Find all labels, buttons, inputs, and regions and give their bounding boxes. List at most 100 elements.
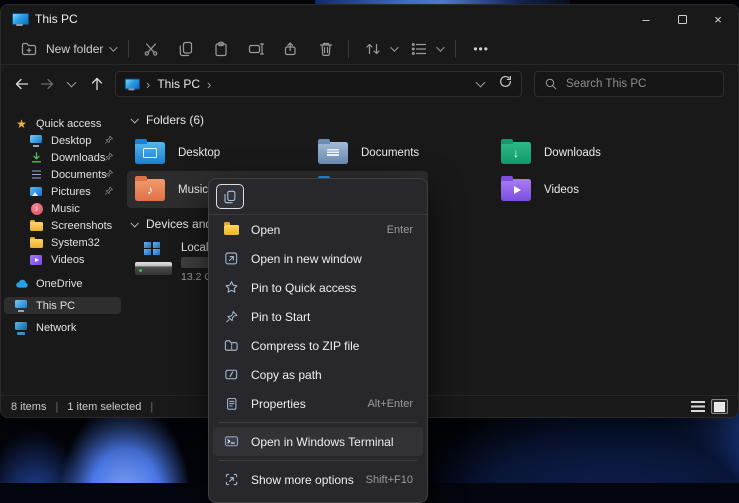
pictures-icon: [29, 185, 44, 199]
this-pc-icon: [14, 299, 29, 313]
folders-section-header[interactable]: Folders (6): [127, 111, 738, 129]
sidebar-item-system32[interactable]: System32: [4, 234, 121, 251]
menu-item-pin-to-start[interactable]: Pin to Start: [213, 302, 423, 331]
share-button[interactable]: [280, 38, 302, 60]
toolbar-divider: [455, 40, 456, 58]
sort-button[interactable]: [360, 34, 398, 64]
documents-folder-icon: [318, 142, 348, 164]
address-dropdown-chevron[interactable]: [476, 78, 486, 88]
navigation-bar: › This PC ›: [1, 65, 738, 103]
sidebar-item-label: Documents: [51, 169, 107, 181]
delete-button[interactable]: [315, 38, 337, 60]
sidebar-item-music[interactable]: Music: [4, 200, 121, 217]
menu-item-label: Copy as path: [251, 368, 322, 382]
copy-quick-action-button[interactable]: [216, 184, 244, 209]
sidebar-item-desktop[interactable]: Desktop: [4, 132, 121, 149]
menu-item-label: Open in Windows Terminal: [251, 435, 394, 449]
folder-label: Desktop: [178, 147, 220, 159]
toolbar-divider: [128, 40, 129, 58]
sidebar-item-onedrive[interactable]: OneDrive: [4, 275, 121, 292]
downloads-icon: [29, 151, 44, 165]
breadcrumb[interactable]: This PC: [157, 77, 200, 91]
sidebar-item-label: Screenshots: [51, 220, 112, 232]
address-bar[interactable]: › This PC ›: [115, 71, 522, 97]
search-input[interactable]: [566, 78, 714, 90]
sidebar-item-network[interactable]: Network: [4, 319, 121, 336]
menu-item-show-more-options[interactable]: Show more options Shift+F10: [213, 465, 423, 494]
command-toolbar: New folder: [1, 33, 738, 65]
sidebar-item-screenshots[interactable]: Screenshots: [4, 217, 121, 234]
minimize-button[interactable]: –: [628, 5, 664, 33]
menu-item-pin-quick-access[interactable]: Pin to Quick access: [213, 273, 423, 302]
sidebar-item-videos[interactable]: Videos: [4, 251, 121, 268]
new-folder-label: New folder: [46, 42, 103, 56]
details-view-toggle[interactable]: [691, 401, 705, 412]
open-new-window-icon: [223, 251, 240, 266]
new-folder-button[interactable]: New folder: [16, 34, 117, 64]
up-button[interactable]: [84, 71, 109, 97]
forward-button[interactable]: [34, 71, 59, 97]
star-icon: ★: [14, 117, 29, 131]
terminal-icon: [223, 434, 240, 449]
window-controls: – ×: [628, 5, 736, 33]
menu-shortcut: Shift+F10: [356, 474, 413, 486]
properties-icon: [223, 397, 240, 411]
new-folder-icon: [18, 38, 40, 60]
refresh-button[interactable]: [498, 74, 513, 94]
desktop-icon: [29, 134, 44, 148]
search-icon: [544, 77, 558, 91]
search-box[interactable]: [534, 71, 724, 97]
context-menu-quick-actions: [209, 179, 427, 215]
folder-tile-videos[interactable]: Videos: [493, 171, 676, 208]
more-options-button[interactable]: •••: [467, 42, 495, 56]
thumbnail-view-toggle[interactable]: [711, 399, 728, 414]
sidebar-item-label: System32: [51, 237, 100, 249]
menu-item-open[interactable]: Open Enter: [213, 215, 423, 244]
context-menu: Open Enter Open in new window Pin to Qui…: [208, 178, 428, 503]
view-button[interactable]: [406, 34, 444, 64]
sidebar-item-pictures[interactable]: Pictures: [4, 183, 121, 200]
back-button[interactable]: [9, 71, 34, 97]
sidebar-item-this-pc[interactable]: This PC: [4, 297, 121, 314]
menu-shortcut: Alt+Enter: [357, 398, 413, 410]
sidebar-item-label: Quick access: [36, 118, 101, 130]
folder-label: Downloads: [544, 147, 601, 159]
menu-item-label: Compress to ZIP file: [251, 339, 359, 353]
sidebar-item-label: Videos: [51, 254, 84, 266]
status-divider: |: [150, 401, 153, 413]
sidebar-item-downloads[interactable]: Downloads: [4, 149, 121, 166]
menu-item-open-new-window[interactable]: Open in new window: [213, 244, 423, 273]
sidebar-item-quick-access[interactable]: ★ Quick access: [4, 115, 121, 132]
rename-button[interactable]: [245, 38, 267, 60]
view-toggles: [691, 399, 728, 414]
breadcrumb-separator: ›: [207, 77, 211, 92]
onedrive-cloud-icon: [14, 277, 29, 291]
menu-item-label: Pin to Quick access: [251, 281, 356, 295]
pushpin-icon: [223, 310, 240, 324]
folder-tile-documents[interactable]: Documents: [310, 134, 493, 171]
paste-button[interactable]: [210, 38, 232, 60]
folder-tile-downloads[interactable]: Downloads: [493, 134, 676, 171]
menu-item-properties[interactable]: Properties Alt+Enter: [213, 389, 423, 418]
pin-star-icon: [223, 280, 240, 295]
maximize-button[interactable]: [664, 5, 700, 33]
zip-folder-icon: [223, 338, 240, 353]
windows-logo-icon: [144, 242, 160, 255]
recent-locations-chevron[interactable]: [59, 71, 84, 97]
menu-shortcut: Enter: [377, 224, 413, 236]
local-disk-icon: [135, 241, 173, 277]
sidebar-item-documents[interactable]: Documents: [4, 166, 121, 183]
menu-item-label: Pin to Start: [251, 310, 310, 324]
pin-icon: [104, 186, 114, 199]
cut-button[interactable]: [140, 38, 162, 60]
menu-item-label: Show more options: [251, 473, 354, 487]
copy-button[interactable]: [175, 38, 197, 60]
menu-item-compress-zip[interactable]: Compress to ZIP file: [213, 331, 423, 360]
menu-item-open-windows-terminal[interactable]: Open in Windows Terminal: [213, 427, 423, 456]
menu-item-copy-as-path[interactable]: Copy as path: [213, 360, 423, 389]
menu-item-label: Open: [251, 223, 280, 237]
status-divider: |: [55, 401, 58, 413]
close-button[interactable]: ×: [700, 5, 736, 33]
folder-tile-desktop[interactable]: Desktop: [127, 134, 310, 171]
sidebar-item-label: Music: [51, 203, 80, 215]
